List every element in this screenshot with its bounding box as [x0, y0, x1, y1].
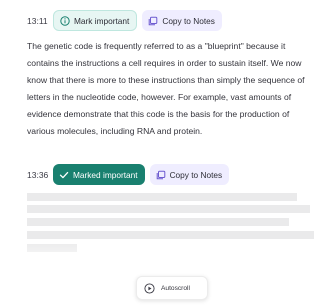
- mark-important-button[interactable]: Mark important: [53, 10, 138, 31]
- marked-important-label: Marked important: [73, 169, 138, 180]
- mark-important-label: Mark important: [74, 15, 130, 26]
- copy-to-notes-button[interactable]: Copy to Notes: [142, 10, 222, 31]
- skeleton-line: [27, 193, 297, 201]
- copy-to-notes-button[interactable]: Copy to Notes: [149, 164, 230, 185]
- skeleton-line: [27, 205, 310, 213]
- transcript-paragraph: The genetic code is frequently referred …: [27, 41, 305, 137]
- play-circle-icon: [144, 282, 155, 294]
- marked-important-button[interactable]: Marked important: [53, 164, 145, 185]
- copy-to-notes-label: Copy to Notes: [169, 169, 223, 180]
- entry-2-header: 13:36 Marked important Copy to Notes: [27, 164, 230, 185]
- check-icon: [59, 170, 69, 180]
- copy-to-notes-label: Copy to Notes: [162, 15, 215, 26]
- info-circle-icon: [60, 15, 70, 26]
- skeleton-line: [27, 218, 289, 226]
- entry-1-header: 13:11 Mark important Copy to Notes: [27, 10, 222, 31]
- copy-square-icon: [148, 16, 158, 26]
- copy-square-icon: [156, 170, 166, 180]
- autoscroll-label: Autoscroll: [161, 284, 190, 292]
- timestamp: 13:36: [27, 169, 49, 180]
- autoscroll-button[interactable]: Autoscroll: [136, 276, 208, 300]
- skeleton-line: [27, 231, 314, 239]
- timestamp: 13:11: [27, 15, 48, 26]
